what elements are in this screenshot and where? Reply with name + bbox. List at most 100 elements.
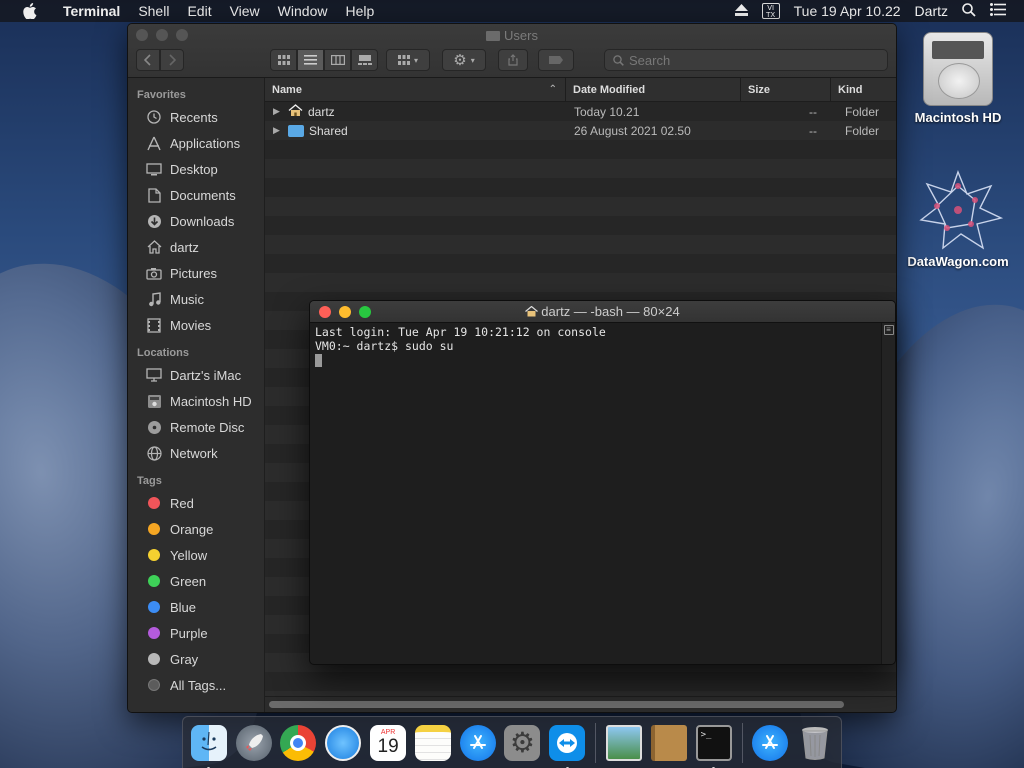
action-menu-button[interactable]: ⚙ ▾ bbox=[442, 49, 486, 71]
sidebar-item-network[interactable]: Network bbox=[128, 440, 264, 466]
sidebar-tag-gray[interactable]: Gray bbox=[128, 646, 264, 672]
desktop-icon-macintosh-hd[interactable]: Macintosh HD bbox=[898, 32, 1018, 125]
file-name: Shared bbox=[309, 123, 348, 138]
dock-chrome[interactable] bbox=[279, 722, 319, 763]
sidebar-tag-yellow[interactable]: Yellow bbox=[128, 542, 264, 568]
dock-calendar[interactable]: APR 19 bbox=[368, 722, 408, 763]
icon-view-button[interactable] bbox=[270, 49, 297, 71]
sidebar-all-tags[interactable]: All Tags... bbox=[128, 672, 264, 698]
menu-app-name[interactable]: Terminal bbox=[54, 0, 129, 22]
chevron-down-icon: ▾ bbox=[470, 55, 475, 65]
column-header-date[interactable]: Date Modified bbox=[566, 77, 741, 102]
sidebar-item-movies[interactable]: Movies bbox=[128, 312, 264, 338]
folder-icon bbox=[288, 124, 304, 137]
list-view-button[interactable] bbox=[297, 49, 324, 71]
eject-icon[interactable] bbox=[734, 3, 748, 19]
notebook-icon bbox=[650, 724, 687, 761]
sidebar-item-imac[interactable]: Dartz's iMac bbox=[128, 362, 264, 388]
sidebar-tag-red[interactable]: Red bbox=[128, 490, 264, 516]
menu-window[interactable]: Window bbox=[269, 0, 337, 22]
dock-finder[interactable] bbox=[189, 722, 229, 768]
dock-preview[interactable] bbox=[604, 722, 644, 763]
sidebar-item-macintosh-hd[interactable]: Macintosh HD bbox=[128, 388, 264, 414]
scrollbar-thumb[interactable] bbox=[269, 701, 844, 708]
spotlight-search-icon[interactable] bbox=[962, 2, 976, 20]
sidebar-item-label: Movies bbox=[170, 317, 212, 333]
dock-terminal[interactable]: >_ bbox=[694, 722, 734, 768]
sidebar-item-downloads[interactable]: Downloads bbox=[128, 208, 264, 234]
dock-notes[interactable] bbox=[413, 722, 453, 763]
gear-icon: ⚙ bbox=[504, 724, 541, 761]
sidebar-item-recents[interactable]: Recents bbox=[128, 104, 264, 130]
sidebar-item-documents[interactable]: Documents bbox=[128, 182, 264, 208]
table-row[interactable]: ▶ Shared 26 August 2021 02.50 -- Folder bbox=[265, 121, 896, 140]
document-icon bbox=[145, 187, 163, 203]
tag-dot-icon bbox=[148, 601, 160, 613]
column-header-size[interactable]: Size bbox=[741, 77, 831, 102]
sidebar-item-dartz[interactable]: dartz bbox=[128, 234, 264, 260]
sidebar-tag-green[interactable]: Green bbox=[128, 568, 264, 594]
dock-app-store[interactable] bbox=[458, 722, 498, 763]
dock-launchpad[interactable] bbox=[234, 722, 274, 763]
download-icon bbox=[145, 213, 163, 229]
home-icon bbox=[525, 304, 541, 319]
dock-system-preferences[interactable]: ⚙ bbox=[503, 722, 543, 763]
sidebar-item-label: Macintosh HD bbox=[170, 393, 252, 409]
menu-help[interactable]: Help bbox=[336, 0, 383, 22]
terminal-window: dartz — -bash — 80×24 Last login: Tue Ap… bbox=[309, 300, 896, 665]
tag-dot-icon bbox=[148, 627, 160, 639]
horizontal-scrollbar[interactable] bbox=[265, 696, 896, 712]
table-row[interactable]: ▶ dartz Today 10.21 -- Folder bbox=[265, 102, 896, 121]
disclosure-triangle-icon[interactable]: ▶ bbox=[273, 125, 283, 136]
column-header-kind[interactable]: Kind bbox=[831, 78, 896, 102]
dock-safari[interactable] bbox=[323, 722, 363, 763]
share-icon bbox=[508, 54, 518, 66]
terminal-output[interactable]: Last login: Tue Apr 19 10:21:12 on conso… bbox=[310, 323, 881, 664]
back-button[interactable] bbox=[136, 49, 160, 71]
menu-user[interactable]: Dartz bbox=[915, 3, 948, 19]
forward-button[interactable] bbox=[160, 49, 184, 71]
sidebar-item-label: Pictures bbox=[170, 265, 217, 281]
column-header-name[interactable]: Name ⌃ bbox=[265, 77, 566, 102]
sidebar-item-label: Downloads bbox=[170, 213, 235, 229]
sidebar-item-desktop[interactable]: Desktop bbox=[128, 156, 264, 182]
terminal-scrollbar[interactable]: ≡ bbox=[881, 323, 895, 664]
dock-trash[interactable] bbox=[795, 722, 835, 763]
sidebar-tag-purple[interactable]: Purple bbox=[128, 620, 264, 646]
camera-icon bbox=[145, 265, 163, 281]
sidebar-item-label: Purple bbox=[170, 625, 208, 641]
menu-clock[interactable]: Tue 19 Apr 10.22 bbox=[794, 3, 901, 19]
sidebar-item-remote-disc[interactable]: Remote Disc bbox=[128, 414, 264, 440]
sidebar-item-music[interactable]: Music bbox=[128, 286, 264, 312]
sidebar-item-label: Desktop bbox=[170, 161, 218, 177]
notification-center-icon[interactable] bbox=[990, 3, 1006, 19]
menu-view[interactable]: View bbox=[221, 0, 269, 22]
finder-toolbar: ▾ ⚙ ▾ Search bbox=[136, 48, 888, 72]
tag-dot-icon bbox=[148, 653, 160, 665]
input-source-icon[interactable]: VI TX bbox=[761, 3, 780, 19]
sidebar-item-pictures[interactable]: Pictures bbox=[128, 260, 264, 286]
sidebar-item-applications[interactable]: Applications bbox=[128, 130, 264, 156]
dock-folder-stack[interactable] bbox=[649, 722, 689, 763]
folder-icon bbox=[486, 31, 501, 41]
sidebar-tag-orange[interactable]: Orange bbox=[128, 516, 264, 542]
disclosure-triangle-icon[interactable]: ▶ bbox=[273, 106, 283, 117]
home-icon bbox=[145, 239, 163, 255]
search-field[interactable]: Search bbox=[604, 49, 888, 71]
desktop-icon-datawagon[interactable]: DataWagon.com bbox=[898, 170, 1018, 269]
sidebar-item-label: Applications bbox=[170, 135, 241, 151]
terminal-icon: >_ bbox=[695, 724, 732, 761]
share-button[interactable] bbox=[498, 49, 528, 71]
dock-teamviewer[interactable] bbox=[547, 722, 587, 768]
menu-edit[interactable]: Edit bbox=[178, 0, 220, 22]
group-by-button[interactable]: ▾ bbox=[386, 49, 430, 71]
column-view-button[interactable] bbox=[324, 49, 351, 71]
menu-shell[interactable]: Shell bbox=[129, 0, 178, 22]
sidebar-tag-blue[interactable]: Blue bbox=[128, 594, 264, 620]
apple-menu-icon[interactable] bbox=[20, 3, 40, 19]
tags-button[interactable] bbox=[538, 49, 574, 71]
gallery-view-button[interactable] bbox=[351, 49, 378, 71]
dock-applications-folder[interactable] bbox=[751, 722, 791, 763]
scroll-menu-icon[interactable]: ≡ bbox=[883, 325, 894, 335]
sidebar-item-label: Recents bbox=[170, 109, 218, 125]
